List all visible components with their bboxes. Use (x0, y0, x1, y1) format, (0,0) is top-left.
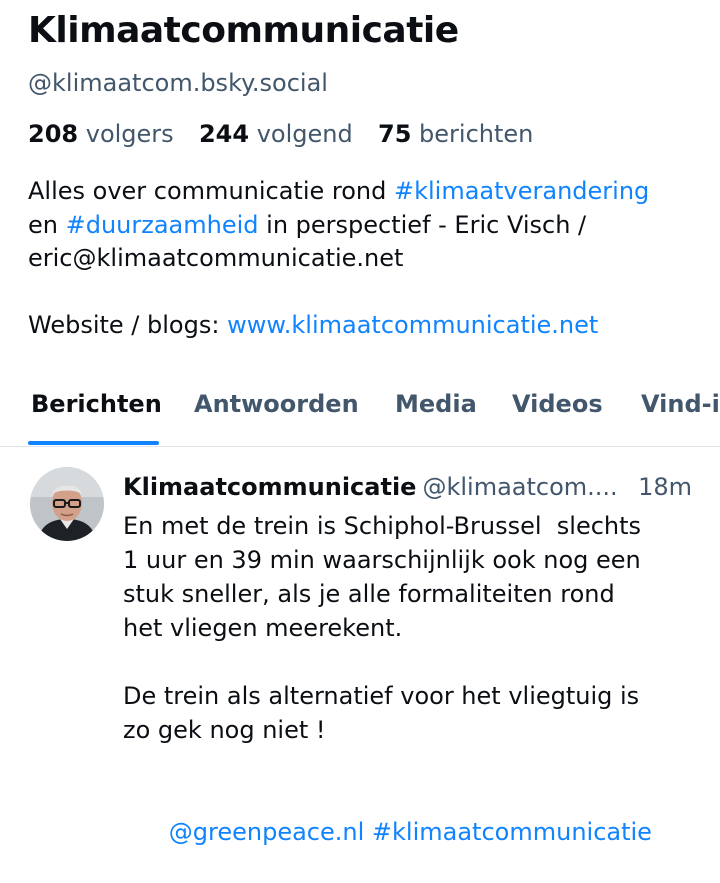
tab-antwoorden[interactable]: Antwoorden (194, 390, 359, 418)
bio-email: eric@klimaatcommunicatie.net (28, 244, 404, 272)
followers-label: volgers (85, 120, 174, 148)
bio-hashtag-duurzaamheid[interactable]: #duurzaamheid (66, 211, 259, 239)
post-text-line: En met de trein is Schiphol-Brussel slec… (123, 512, 642, 540)
post-author-name[interactable]: Klimaatcommunicatie (123, 473, 416, 501)
post-text-line (123, 645, 703, 679)
post-hashtag-klimaatcommunicatie[interactable]: #klimaatcommunicatie (372, 818, 652, 846)
post-text-line: De trein als alternatief voor het vliegt… (123, 682, 640, 710)
posts-label: berichten (419, 120, 534, 148)
active-tab-indicator (28, 441, 159, 445)
profile-tabs: Berichten Antwoorden Media Videos Vind-i (0, 380, 720, 447)
tab-vind-ik-leuk[interactable]: Vind-i (641, 390, 720, 418)
post-text-line: zo gek nog niet ! (123, 716, 326, 744)
post-mention-greenpeace[interactable]: @greenpeace.nl (169, 818, 365, 846)
followers-stat[interactable]: 208 volgers (28, 120, 181, 148)
post-text-line: 1 uur en 39 min waarschijnlijk ook nog e… (123, 546, 641, 574)
bio-website-link[interactable]: www.klimaatcommunicatie.net (227, 311, 598, 339)
bio-text: in perspectief - Eric Visch / (258, 210, 587, 239)
following-stat[interactable]: 244 volgend (199, 120, 360, 148)
posts-stat: 75 berichten (378, 120, 533, 148)
tab-berichten[interactable]: Berichten (31, 390, 162, 418)
post-timestamp[interactable]: 18m (638, 473, 692, 501)
following-label: volgend (256, 120, 353, 148)
profile-handle: @klimaatcom.bsky.social (28, 69, 328, 97)
tab-media[interactable]: Media (395, 390, 477, 418)
profile-bio: Alles over communicatie rond #klimaatver… (28, 175, 708, 343)
tab-videos[interactable]: Videos (512, 390, 603, 418)
post-author-handle[interactable]: @klimaatcom.... (422, 473, 617, 501)
feed-post[interactable]: Klimaatcommunicatie @klimaatcom.... 18m E… (0, 447, 720, 846)
bio-website-label: Website / blogs: (28, 311, 228, 339)
post-text-line (123, 747, 703, 781)
following-count: 244 (198, 120, 250, 148)
post-text: En met de trein is Schiphol-Brussel slec… (123, 509, 703, 846)
bio-text: en (28, 210, 66, 239)
followers-count: 208 (28, 120, 79, 148)
post-header: Klimaatcommunicatie @klimaatcom.... (123, 473, 693, 501)
post-text-line: stuk sneller, als je alle formaliteiten … (123, 580, 615, 608)
posts-count: 75 (378, 120, 412, 148)
profile-stats: 208 volgers 244 volgend 75 berichten (28, 120, 533, 148)
bio-hashtag-klimaatverandering[interactable]: #klimaatverandering (394, 177, 649, 205)
post-text-line: het vliegen meerekent. (123, 614, 403, 642)
profile-display-name: Klimaatcommunicatie (28, 10, 459, 51)
bio-text: Alles over communicatie rond (28, 177, 394, 205)
avatar-photo (30, 467, 104, 541)
avatar[interactable] (30, 467, 104, 541)
